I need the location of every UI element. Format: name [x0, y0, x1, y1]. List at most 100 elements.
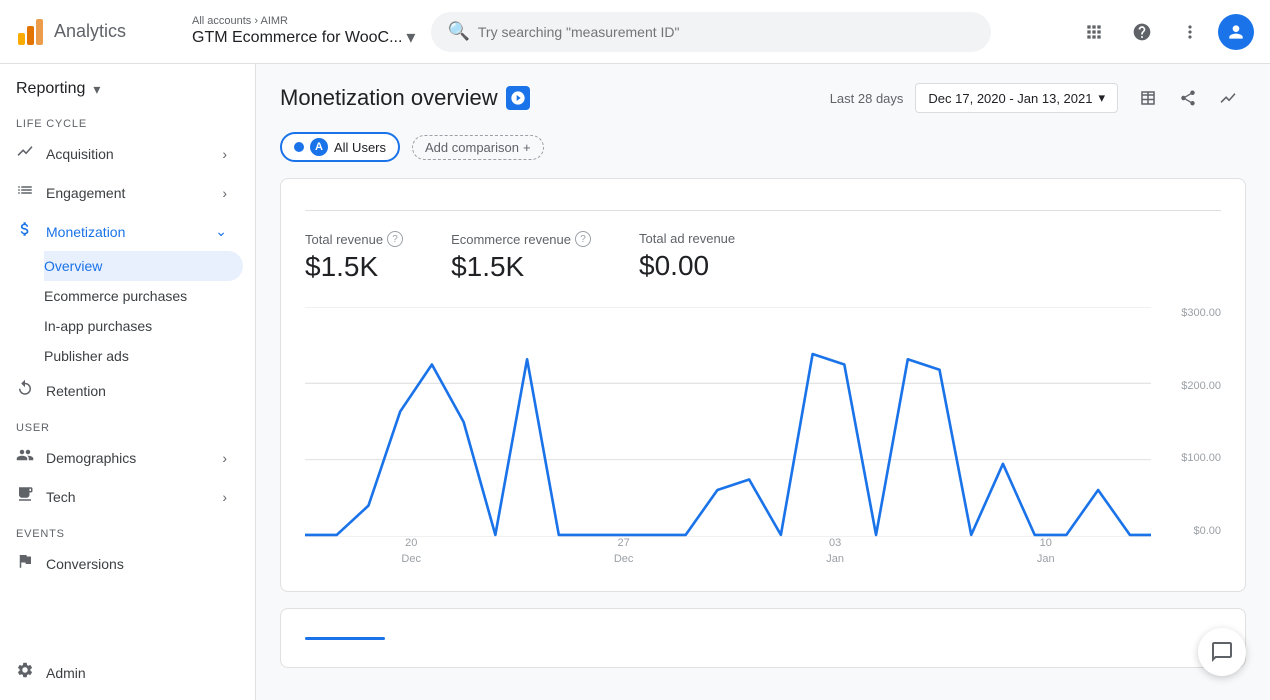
demographics-icon — [16, 446, 34, 469]
total-ad-revenue-value: $0.00 — [639, 250, 735, 282]
all-users-label: All Users — [334, 140, 386, 155]
sidebar-item-admin[interactable]: Admin — [0, 653, 243, 692]
header-icons — [1074, 12, 1254, 52]
acquisition-icon — [16, 142, 34, 165]
total-revenue-value: $1.5K — [305, 251, 403, 283]
date-range-chevron: ▾ — [1098, 90, 1105, 106]
demographics-label: Demographics — [46, 450, 136, 466]
app-title: Analytics — [54, 21, 126, 42]
top-header: Analytics All accounts › AIMR GTM Ecomme… — [0, 0, 1270, 64]
date-range-text: Dec 17, 2020 - Jan 13, 2021 — [928, 91, 1092, 106]
monetization-icon — [16, 220, 34, 243]
admin-icon — [16, 661, 34, 684]
y-label-300: $300.00 — [1161, 307, 1221, 319]
sidebar-item-conversions[interactable]: Conversions — [0, 544, 243, 583]
sidebar-item-overview[interactable]: Overview — [44, 251, 243, 281]
events-section-label: EVENTS — [0, 516, 255, 544]
sidebar: Reporting ▾ LIFE CYCLE Acquisition › Eng… — [0, 64, 256, 700]
acquisition-label: Acquisition — [46, 146, 114, 162]
sidebar-item-acquisition[interactable]: Acquisition › — [0, 134, 243, 173]
engagement-chevron: › — [222, 185, 227, 201]
account-name-row[interactable]: GTM Ecommerce for WooC... ▾ — [192, 27, 415, 48]
tech-icon — [16, 485, 34, 508]
user-avatar[interactable] — [1218, 14, 1254, 50]
conversions-label: Conversions — [46, 556, 124, 572]
lifecycle-section-label: LIFE CYCLE — [0, 106, 255, 134]
monetization-label: Monetization — [46, 224, 125, 240]
monetization-chevron: ⌄ — [215, 223, 227, 240]
apps-grid-button[interactable] — [1074, 12, 1114, 52]
insights-button[interactable] — [1210, 80, 1246, 116]
content-area: Monetization overview Last 28 days Dec 1… — [256, 64, 1270, 700]
account-selector[interactable]: All accounts › AIMR GTM Ecommerce for Wo… — [192, 15, 415, 48]
x-label-jan10: 10 Jan — [1037, 536, 1055, 567]
overview-label: Overview — [44, 258, 102, 274]
chart-y-labels: $300.00 $200.00 $100.00 $0.00 — [1161, 307, 1221, 537]
sidebar-item-engagement[interactable]: Engagement › — [0, 173, 243, 212]
main-layout: Reporting ▾ LIFE CYCLE Acquisition › Eng… — [0, 64, 1270, 700]
demographics-chevron: › — [222, 450, 227, 466]
bottom-tab-line — [305, 637, 385, 640]
x-label-dec27: 27 Dec — [614, 536, 634, 567]
segment-dot — [294, 142, 304, 152]
account-dropdown-icon[interactable]: ▾ — [406, 27, 415, 48]
toolbar-icons — [1130, 80, 1246, 116]
metric-total-revenue: Total revenue ? $1.5K — [305, 231, 403, 283]
search-icon: 🔍 — [447, 21, 469, 42]
date-range-area: Last 28 days Dec 17, 2020 - Jan 13, 2021… — [830, 80, 1246, 116]
y-label-200: $200.00 — [1161, 380, 1221, 392]
user-section-label: USER — [0, 410, 255, 438]
total-revenue-label: Total revenue ? — [305, 231, 403, 247]
add-comparison-button[interactable]: Add comparison + — [412, 135, 544, 160]
bottom-card — [280, 608, 1246, 668]
ecommerce-revenue-info-icon[interactable]: ? — [575, 231, 591, 247]
total-ad-revenue-label: Total ad revenue — [639, 231, 735, 246]
sidebar-item-retention[interactable]: Retention — [0, 371, 243, 410]
sidebar-item-ecommerce-purchases[interactable]: Ecommerce purchases — [44, 281, 243, 311]
last-period-label: Last 28 days — [830, 91, 904, 106]
search-bar[interactable]: 🔍 — [431, 12, 991, 52]
metric-ecommerce-revenue: Ecommerce revenue ? $1.5K — [451, 231, 591, 283]
y-label-0: $0.00 — [1161, 525, 1221, 537]
sidebar-item-in-app-purchases[interactable]: In-app purchases — [44, 311, 243, 341]
ecommerce-purchases-label: Ecommerce purchases — [44, 288, 187, 304]
help-button[interactable] — [1122, 12, 1162, 52]
all-users-chip[interactable]: A All Users — [280, 132, 400, 162]
sidebar-item-publisher-ads[interactable]: Publisher ads — [44, 341, 243, 371]
monetization-subnav: Overview Ecommerce purchases In-app purc… — [0, 251, 255, 371]
page-title-text: Monetization overview — [280, 85, 498, 111]
breadcrumb: All accounts › AIMR — [192, 15, 415, 27]
y-label-100: $100.00 — [1161, 452, 1221, 464]
reporting-header[interactable]: Reporting ▾ — [0, 64, 255, 106]
add-comparison-icon: + — [523, 140, 531, 155]
chart-area: $300.00 $200.00 $100.00 $0.00 20 Dec 27 … — [305, 307, 1221, 567]
total-revenue-info-icon[interactable]: ? — [387, 231, 403, 247]
x-label-dec20: 20 Dec — [401, 536, 421, 567]
metrics-card: Total revenue ? $1.5K Ecommerce revenue … — [280, 178, 1246, 592]
conversions-icon — [16, 552, 34, 575]
reporting-dropdown-icon[interactable]: ▾ — [93, 81, 100, 98]
more-options-button[interactable] — [1170, 12, 1210, 52]
page-title-icon — [506, 86, 530, 110]
in-app-purchases-label: In-app purchases — [44, 318, 152, 334]
retention-icon — [16, 379, 34, 402]
share-button[interactable] — [1170, 80, 1206, 116]
sidebar-item-demographics[interactable]: Demographics › — [0, 438, 243, 477]
search-input[interactable] — [478, 24, 976, 40]
add-comparison-label: Add comparison — [425, 140, 519, 155]
table-view-button[interactable] — [1130, 80, 1166, 116]
date-range-button[interactable]: Dec 17, 2020 - Jan 13, 2021 ▾ — [915, 83, 1118, 113]
metric-total-ad-revenue: Total ad revenue $0.00 — [639, 231, 735, 283]
chart-x-labels: 20 Dec 27 Dec 03 Jan 10 Jan — [305, 536, 1151, 567]
analytics-logo — [16, 17, 46, 47]
engagement-label: Engagement — [46, 185, 125, 201]
sidebar-item-monetization[interactable]: Monetization ⌄ — [0, 212, 243, 251]
reporting-label: Reporting — [16, 80, 85, 98]
retention-label: Retention — [46, 383, 106, 399]
sidebar-item-tech[interactable]: Tech › — [0, 477, 243, 516]
chart-svg — [305, 307, 1151, 537]
chat-fab-button[interactable] — [1198, 628, 1246, 676]
ecommerce-revenue-value: $1.5K — [451, 251, 591, 283]
tech-label: Tech — [46, 489, 76, 505]
segment-avatar: A — [310, 138, 328, 156]
